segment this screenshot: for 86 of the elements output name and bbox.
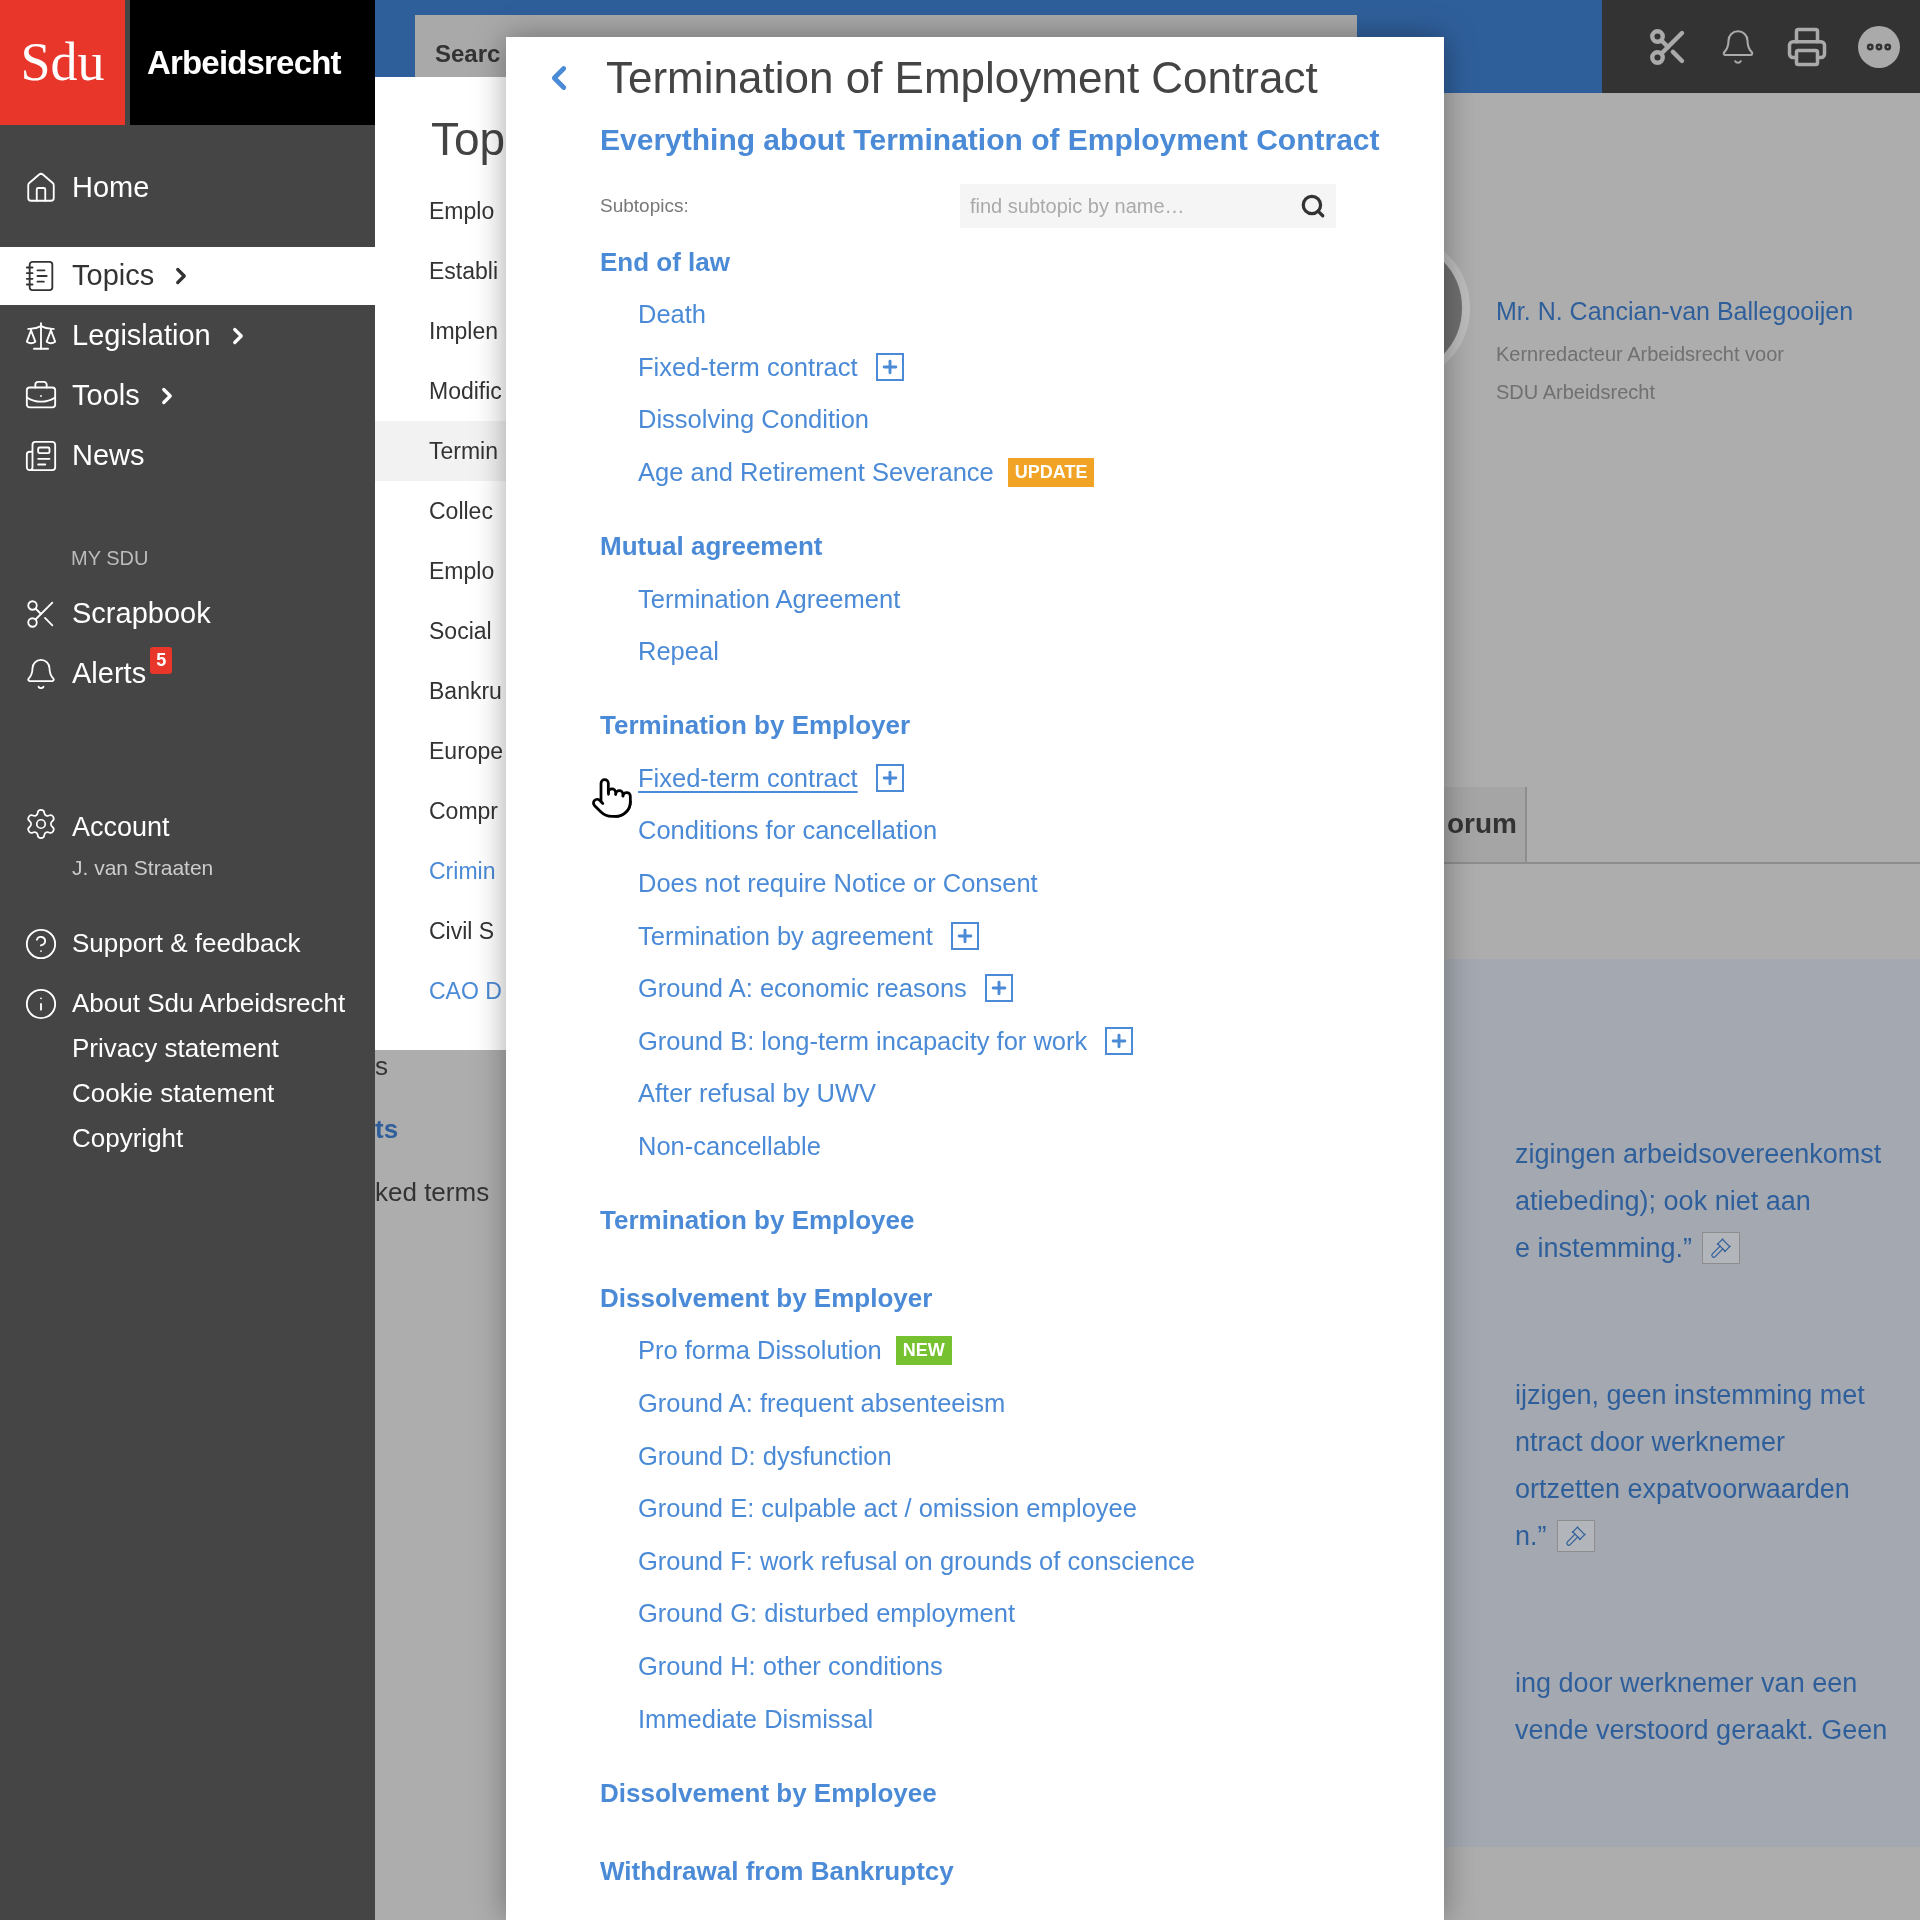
- group-heading[interactable]: Mutual agreement: [600, 526, 823, 566]
- nav-item[interactable]: Home: [0, 159, 375, 217]
- help-icon: [24, 926, 58, 961]
- account-user: J. van Straaten: [72, 854, 214, 881]
- more-icon[interactable]: [1858, 25, 1901, 68]
- info-icon: [24, 986, 58, 1021]
- background-text: s: [375, 1049, 388, 1083]
- group-heading[interactable]: Dissolvement by Employer: [600, 1278, 933, 1318]
- gavel-icon[interactable]: [1702, 1232, 1741, 1264]
- group-heading[interactable]: Termination by Employer: [600, 706, 911, 746]
- quote-text: n.”: [1515, 1519, 1547, 1553]
- group-heading[interactable]: Dissolvement by Employee: [600, 1773, 937, 1813]
- logo[interactable]: Sdu: [0, 0, 125, 125]
- background-text: ked terms: [375, 1175, 490, 1209]
- subtopic-link[interactable]: Does not require Notice or Consent: [638, 863, 1038, 903]
- subtopics-label: Subtopics:: [600, 193, 690, 218]
- footer-link[interactable]: Privacy statement: [72, 1029, 279, 1068]
- status-badge: UPDATE: [1007, 457, 1095, 487]
- quote-text: ijzigen, geen instemming met: [1515, 1378, 1865, 1412]
- newspaper-icon: [24, 439, 58, 473]
- footer-link[interactable]: Copyright: [72, 1119, 184, 1158]
- dialog-subtitle: Everything about Termination of Employment Contract: [600, 122, 1381, 158]
- subtopic-link[interactable]: Ground G: disturbed employment: [638, 1594, 1016, 1633]
- dialog-title: Termination of Employment Contract: [606, 52, 1318, 104]
- panel-title: Top: [430, 112, 507, 167]
- quote-text: vende verstoord geraakt. Geen: [1515, 1713, 1888, 1747]
- subtopic-link[interactable]: Death: [638, 295, 707, 334]
- subtopic-link[interactable]: Non-cancellable: [638, 1126, 821, 1166]
- printer-icon[interactable]: [1786, 25, 1829, 68]
- expand-icon[interactable]: [875, 763, 904, 792]
- footer-link[interactable]: Cookie statement: [72, 1074, 275, 1113]
- expand-icon[interactable]: [984, 974, 1013, 1003]
- subtopic-link[interactable]: Dissolving Condition: [638, 400, 870, 439]
- hand-cursor-icon: [590, 775, 634, 820]
- subtopic-link[interactable]: Immediate Dismissal: [638, 1699, 874, 1738]
- home-icon: [24, 171, 58, 205]
- expand-icon[interactable]: [950, 921, 979, 950]
- group-heading[interactable]: Withdrawal from Bankruptcy: [600, 1851, 954, 1891]
- quote-text: ntract door werknemer: [1515, 1425, 1786, 1459]
- subtopic-link[interactable]: Ground H: other conditions: [638, 1647, 943, 1686]
- subtopic-link[interactable]: After refusal by UWV: [638, 1074, 877, 1113]
- subtopic-link[interactable]: Conditions for cancellation: [638, 811, 938, 850]
- subtopic-link[interactable]: Fixed-term contract: [638, 758, 858, 797]
- account-link[interactable]: Account: [72, 807, 214, 848]
- group-heading[interactable]: End of law: [600, 242, 730, 282]
- subtopic-link[interactable]: Ground D: dysfunction: [638, 1436, 892, 1475]
- background-heading: ts: [375, 1112, 399, 1146]
- expand-icon[interactable]: [1105, 1026, 1134, 1055]
- app-title: Arbeidsrecht: [130, 0, 375, 125]
- quote-text: e instemming.”: [1515, 1231, 1693, 1265]
- author-name[interactable]: Mr. N. Cancian-van Ballegooijen: [1496, 293, 1854, 331]
- nav-item[interactable]: News: [0, 427, 375, 485]
- nav-item[interactable]: Scrapbook: [0, 589, 211, 639]
- settings-icon: [24, 807, 58, 841]
- subtopic-link[interactable]: Fixed-term contract: [638, 347, 858, 386]
- nav-item[interactable]: Legislation: [0, 307, 375, 365]
- nav-item[interactable]: Topics: [0, 247, 375, 305]
- footer-link[interactable]: About Sdu Arbeidsrecht: [72, 984, 346, 1023]
- count-badge: 5: [150, 647, 173, 674]
- group-heading[interactable]: Termination by Employee: [600, 1200, 915, 1240]
- author-role: SDU Arbeidsrecht: [1496, 379, 1656, 405]
- subtopic-search-field[interactable]: find subtopic by name…: [960, 184, 1336, 228]
- subtopic-link[interactable]: Pro forma Dissolution: [638, 1331, 882, 1370]
- scale-icon: [24, 319, 58, 353]
- subtopic-link[interactable]: Repeal: [638, 632, 719, 671]
- subtopic-link[interactable]: Ground A: frequent absenteeism: [638, 1384, 1006, 1423]
- gavel-icon[interactable]: [1556, 1520, 1595, 1552]
- quote-text: ortzetten expatvoorwaarden: [1515, 1472, 1850, 1506]
- author-role: Kernredacteur Arbeidsrecht voor: [1496, 341, 1785, 367]
- subtopic-link[interactable]: Age and Retirement Severance: [638, 452, 994, 492]
- subtopic-link[interactable]: Ground A: economic reasons: [638, 969, 967, 1008]
- subtopic-link[interactable]: Ground E: culpable act / omission employee: [638, 1489, 1137, 1528]
- quote-text: ing door werknemer van een: [1515, 1666, 1858, 1700]
- search-icon[interactable]: [1300, 193, 1326, 219]
- subtopic-link[interactable]: Ground B: long-term incapacity for work: [638, 1021, 1088, 1060]
- subtopic-link[interactable]: Ground F: work refusal on grounds of conscience: [638, 1541, 1196, 1581]
- bell-icon: [24, 657, 58, 691]
- expand-icon[interactable]: [875, 352, 904, 381]
- nav-item[interactable]: Tools: [0, 367, 375, 425]
- subtopic-link[interactable]: Termination by agreement: [638, 916, 933, 955]
- status-badge: NEW: [895, 1336, 952, 1366]
- quote-text: zigingen arbeidsovereenkomst: [1515, 1137, 1882, 1171]
- footer-link[interactable]: Support & feedback: [72, 924, 301, 963]
- quote-text: atiebeding); ook niet aan: [1515, 1184, 1811, 1218]
- subtopic-link[interactable]: Termination Agreement: [638, 579, 901, 618]
- section-title: MY SDU: [71, 546, 149, 571]
